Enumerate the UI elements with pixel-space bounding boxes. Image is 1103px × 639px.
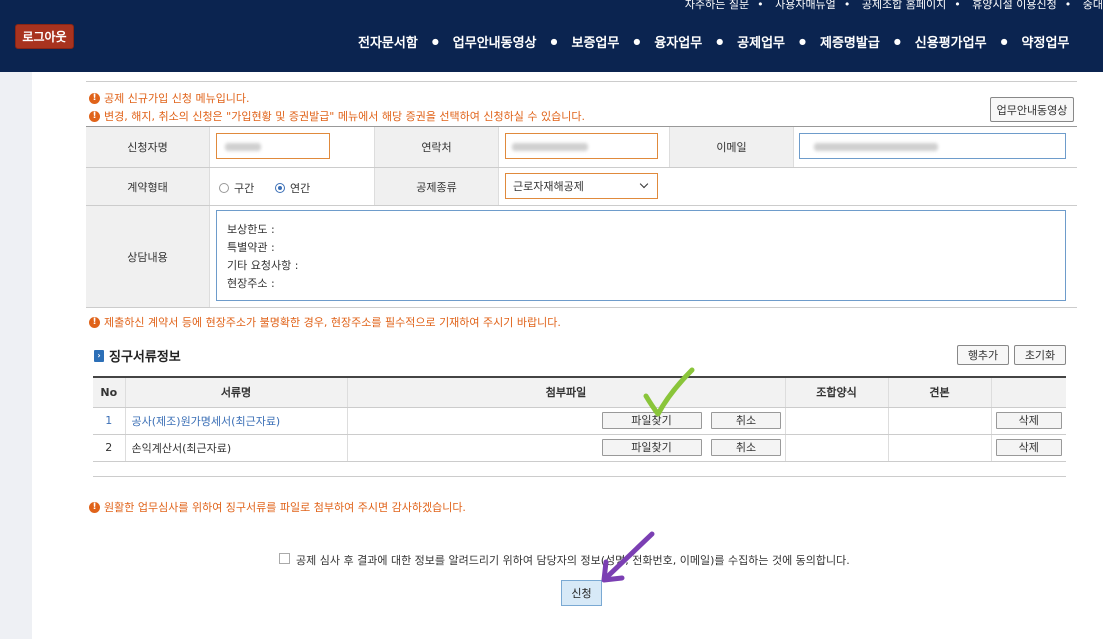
deduction-type-select[interactable]: 근로자재해공제: [505, 173, 658, 199]
divider: [86, 81, 1077, 82]
utility-link-more[interactable]: 중대: [1083, 0, 1103, 11]
email-label: 이메일: [669, 127, 794, 167]
cancel-file-button[interactable]: 취소: [711, 412, 781, 429]
nav-item-credit[interactable]: 신용평가업무: [915, 32, 987, 51]
warning-icon: !: [89, 501, 100, 513]
radio-icon: [219, 183, 229, 193]
chevron-down-icon: [639, 179, 649, 189]
delete-button[interactable]: 삭제: [995, 439, 1062, 456]
agree-label: 공제 심사 후 결과에 대한 정보를 알려드리기 위하여 담당자의 정보(성명,…: [296, 554, 850, 567]
redacted-text: [512, 143, 588, 151]
notice-attach-files: ! 원활한 업무심사를 위하여 징구서류를 파일로 첨부하여 주시면 감사하겠습…: [89, 499, 466, 515]
column-header-attachment: 첨부파일: [346, 376, 785, 408]
form-cell: [784, 407, 888, 435]
nav-item-certificate[interactable]: 제증명발급: [820, 32, 880, 51]
reset-button[interactable]: 초기화: [1014, 345, 1066, 365]
contract-type-label: 계약형태: [86, 168, 210, 205]
column-header-sample: 견본: [887, 376, 991, 408]
redacted-text: [814, 143, 938, 151]
docs-section-title: › 징구서류정보: [94, 346, 181, 365]
contact-label: 연락처: [374, 127, 499, 167]
radio-checked-icon: [275, 183, 285, 193]
form-cell: [784, 434, 888, 462]
find-file-button[interactable]: 파일찾기: [601, 439, 702, 456]
find-file-button[interactable]: 파일찾기: [601, 412, 702, 429]
column-header-actions: [990, 376, 1066, 408]
deduction-type-label: 공제종류: [374, 168, 499, 205]
table-row: 1 공사(제조)원가명세서(최근자료) 파일찾기 취소 삭제: [93, 407, 1066, 435]
applicant-name-field[interactable]: [216, 133, 330, 159]
notice-new-signup: ! 공제 신규가입 신청 메뉴입니다.: [89, 90, 250, 106]
utility-link-faq[interactable]: 자주하는 질문: [685, 0, 749, 11]
radio-annual[interactable]: 연간: [275, 180, 310, 196]
radio-period[interactable]: 구간: [219, 180, 254, 196]
table-row: 2 손익계산서(최근자료) 파일찾기 취소 삭제: [93, 434, 1066, 462]
docs-table: No 서류명 첨부파일 조합양식 견본 1 공사(제조)원가명세서(최근자료) …: [93, 376, 1066, 462]
agree-checkbox[interactable]: [279, 553, 290, 564]
utility-link-manual[interactable]: 사용자매뉴얼: [775, 0, 836, 11]
doc-name-link[interactable]: 공사(제조)원가명세서(최근자료): [124, 407, 347, 435]
nav-item-guarantee[interactable]: 보증업무: [572, 32, 620, 51]
nav-item-deduction[interactable]: 공제업무: [737, 32, 785, 51]
column-header-form: 조합양식: [784, 376, 888, 408]
warning-icon: !: [89, 92, 100, 104]
nav-item-guide-video[interactable]: 업무안내동영상: [453, 32, 537, 51]
nav-item-agreement[interactable]: 약정업무: [1022, 32, 1070, 51]
add-row-button[interactable]: 행추가: [957, 345, 1009, 365]
warning-icon: !: [89, 316, 100, 328]
divider: [86, 167, 1077, 168]
row-number: 2: [93, 434, 125, 462]
row-number: 1: [93, 407, 125, 435]
column-header-no: No: [93, 376, 125, 408]
top-header: 자주하는 질문 • 사용자매뉴얼 • 공제조합 홈페이지 • 휴양시설 이용신청 • 중…: [0, 0, 1103, 72]
sample-cell: [887, 434, 991, 462]
consult-label: 상담내용: [86, 206, 210, 307]
delete-button[interactable]: 삭제: [995, 412, 1062, 429]
submit-button[interactable]: 신청: [561, 580, 602, 606]
column-header-doc-name: 서류명: [124, 376, 347, 408]
divider: [93, 476, 1066, 477]
nav-item-loan[interactable]: 융자업무: [654, 32, 702, 51]
warning-icon: !: [89, 110, 100, 122]
utility-link-homepage[interactable]: 공제조합 홈페이지: [862, 0, 946, 11]
nav-item-edocs[interactable]: 전자문서함: [358, 32, 418, 51]
table-header-row: No 서류명 첨부파일 조합양식 견본: [93, 376, 1066, 408]
contact-field[interactable]: [505, 133, 658, 159]
email-field[interactable]: [799, 133, 1066, 159]
notice-change-request: ! 변경, 해지, 취소의 신청은 "가입현황 및 증권발급" 메뉴에서 해당 …: [89, 108, 585, 124]
attachment-cell: 파일찾기 취소: [346, 434, 785, 462]
notice-address: ! 제출하신 계약서 등에 현장주소가 불명확한 경우, 현장주소를 필수적으로…: [89, 314, 561, 330]
action-cell: 삭제: [990, 407, 1066, 435]
redacted-text: [225, 143, 261, 151]
utility-link-resort[interactable]: 휴양시설 이용신청: [972, 0, 1056, 11]
guide-video-button[interactable]: 업무안내동영상: [990, 97, 1074, 122]
utility-links: 자주하는 질문 • 사용자매뉴얼 • 공제조합 홈페이지 • 휴양시설 이용신청 • 중…: [684, 0, 1103, 11]
action-cell: 삭제: [990, 434, 1066, 462]
sample-cell: [887, 407, 991, 435]
attachment-cell: 파일찾기 취소: [346, 407, 785, 435]
form-top-border: [86, 126, 1077, 127]
chevron-right-icon: ›: [94, 349, 104, 362]
doc-name: 손익계산서(최근자료): [124, 434, 347, 462]
divider: [86, 205, 1077, 206]
logout-button[interactable]: 로그아웃: [15, 24, 74, 49]
applicant-label: 신청자명: [86, 127, 210, 167]
cancel-file-button[interactable]: 취소: [711, 439, 781, 456]
consult-textarea[interactable]: 보상한도 : 특별약관 : 기타 요청사항 : 현장주소 :: [216, 210, 1066, 301]
main-nav: 전자문서함 ● 업무안내동영상 ● 보증업무 ● 융자업무 ● 공제업무 ● 제증명발급 ●…: [358, 32, 1069, 51]
divider: [86, 307, 1077, 308]
